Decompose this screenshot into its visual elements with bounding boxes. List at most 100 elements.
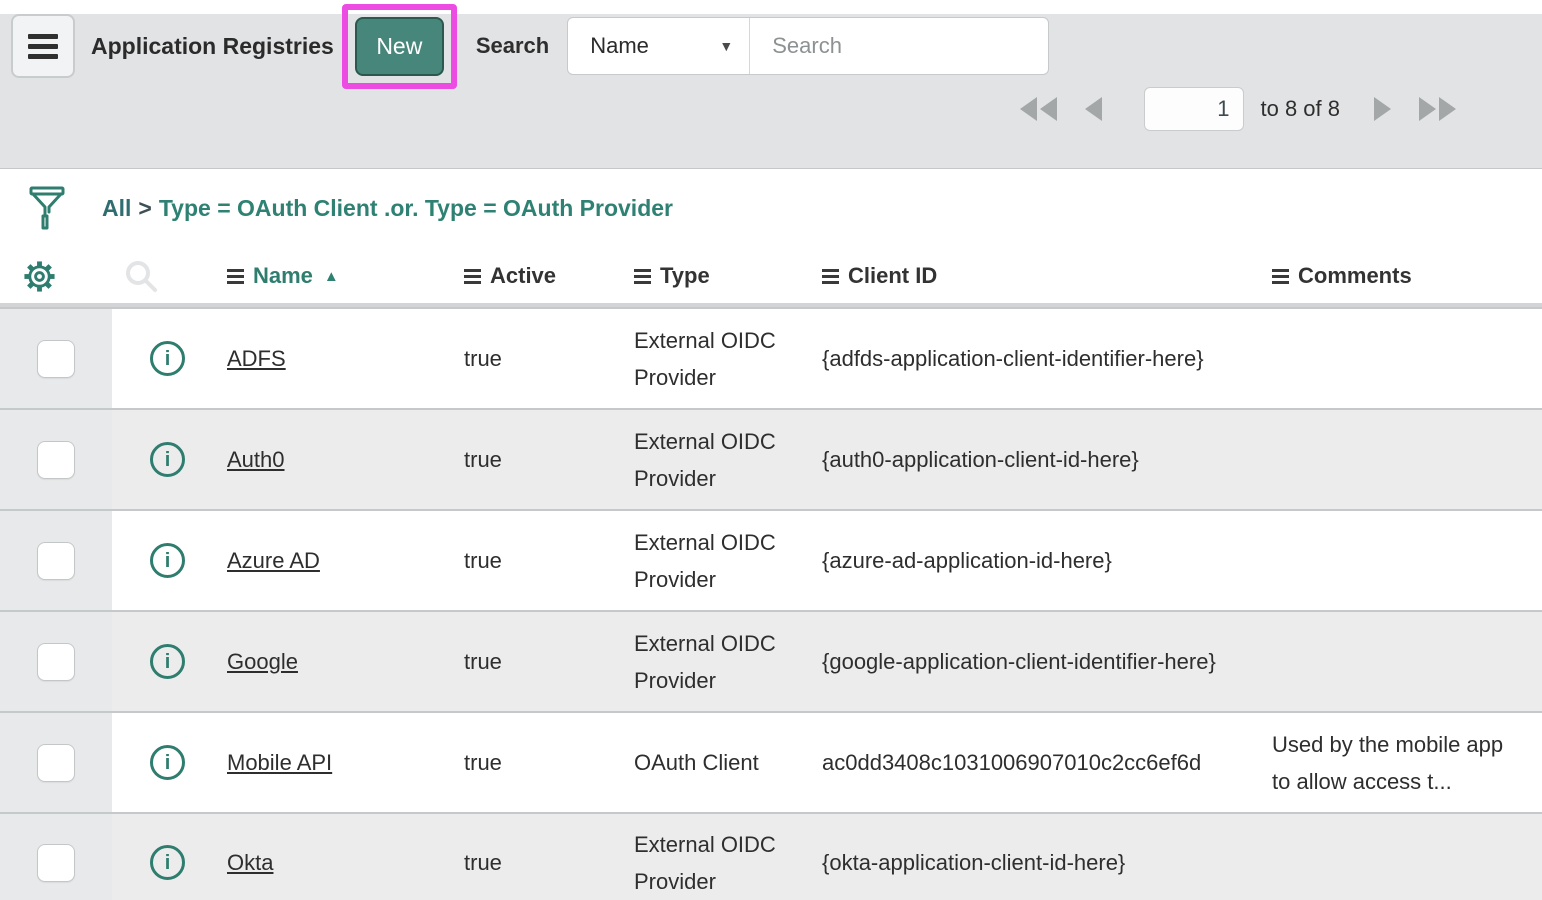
- column-header-client-id[interactable]: Client ID: [822, 263, 937, 289]
- row-checkbox[interactable]: [37, 542, 75, 580]
- list-title-bar: Application Registries New Search Name ▼: [0, 14, 1542, 78]
- row-select-cell: [0, 410, 112, 509]
- record-link[interactable]: Google: [227, 643, 298, 680]
- row-info-cell: [112, 713, 223, 812]
- breadcrumb-all-link[interactable]: All: [102, 195, 131, 222]
- breadcrumb-condition-link[interactable]: Type = OAuth Client .or. Type = OAuth Pr…: [159, 195, 673, 222]
- info-icon[interactable]: [150, 341, 185, 376]
- list-settings-cell: [0, 247, 112, 303]
- record-link[interactable]: Okta: [227, 844, 273, 881]
- column-header-comments-cell: Comments: [1268, 247, 1542, 303]
- filter-toggle-button[interactable]: [28, 185, 66, 231]
- filter-funnel-icon: [28, 185, 66, 231]
- application-registries-screen: Application Registries New Search Name ▼: [0, 0, 1542, 900]
- comments-cell: [1268, 410, 1542, 509]
- row-checkbox[interactable]: [37, 844, 75, 882]
- column-menu-icon: [1272, 269, 1289, 284]
- column-header-label: Name: [253, 263, 313, 289]
- gear-icon: [22, 259, 57, 294]
- active-cell: true: [460, 612, 630, 711]
- search-label: Search: [476, 33, 549, 59]
- row-select-cell: [0, 309, 112, 408]
- client-id-value: {auth0-application-client-id-here}: [822, 441, 1139, 478]
- type-value: OAuth Client: [634, 744, 759, 781]
- last-page-icon: [1419, 97, 1436, 121]
- name-cell: Azure AD: [223, 511, 460, 610]
- column-header-active[interactable]: Active: [464, 263, 556, 289]
- next-page-button[interactable]: [1372, 95, 1393, 123]
- last-page-button[interactable]: [1417, 95, 1458, 123]
- dropdown-arrow-icon: ▼: [719, 38, 733, 54]
- client-id-value: {adfds-application-client-identifier-her…: [822, 340, 1204, 377]
- column-search-toggle-button[interactable]: [124, 259, 158, 293]
- type-cell: External OIDC Provider: [630, 814, 818, 900]
- pagination-bar: to 8 of 8: [0, 84, 1542, 134]
- personalize-list-button[interactable]: [22, 259, 57, 294]
- client-id-value: ac0dd3408c1031006907010c2cc6ef6d: [822, 744, 1201, 781]
- table-row: Azure AD true External OIDC Provider {az…: [0, 509, 1542, 610]
- record-link[interactable]: Azure AD: [227, 542, 320, 579]
- info-icon[interactable]: [150, 745, 185, 780]
- column-header-name[interactable]: Name ▲: [227, 263, 339, 289]
- record-link[interactable]: Auth0: [227, 441, 285, 478]
- table-row: ADFS true External OIDC Provider {adfds-…: [0, 307, 1542, 408]
- row-checkbox[interactable]: [37, 340, 75, 378]
- previous-page-button[interactable]: [1083, 95, 1104, 123]
- row-checkbox[interactable]: [37, 643, 75, 681]
- column-header-type[interactable]: Type: [634, 263, 710, 289]
- active-value: true: [464, 340, 502, 377]
- comments-cell: [1268, 309, 1542, 408]
- new-button-highlight: New: [342, 4, 457, 89]
- active-value: true: [464, 744, 502, 781]
- comments-value: Used by the mobile app to allow access t…: [1272, 726, 1512, 800]
- comments-cell: [1268, 511, 1542, 610]
- row-info-cell: [112, 612, 223, 711]
- info-icon[interactable]: [150, 442, 185, 477]
- column-header-label: Client ID: [848, 263, 937, 289]
- row-info-cell: [112, 814, 223, 900]
- first-page-icon: [1020, 97, 1037, 121]
- active-cell: true: [460, 814, 630, 900]
- row-select-cell: [0, 814, 112, 900]
- name-cell: Auth0: [223, 410, 460, 509]
- first-page-icon: [1040, 97, 1057, 121]
- active-cell: true: [460, 511, 630, 610]
- active-cell: true: [460, 713, 630, 812]
- type-value: External OIDC Provider: [634, 524, 794, 598]
- search-input[interactable]: [750, 18, 1049, 74]
- previous-page-icon: [1085, 97, 1102, 121]
- active-cell: true: [460, 309, 630, 408]
- list-context-menu-button[interactable]: [11, 14, 75, 78]
- name-cell: ADFS: [223, 309, 460, 408]
- first-page-button[interactable]: [1018, 95, 1059, 123]
- client-id-cell: ac0dd3408c1031006907010c2cc6ef6d: [818, 713, 1268, 812]
- new-button[interactable]: New: [355, 17, 444, 76]
- type-value: External OIDC Provider: [634, 423, 794, 497]
- row-select-cell: [0, 612, 112, 711]
- row-checkbox[interactable]: [37, 744, 75, 782]
- info-icon[interactable]: [150, 543, 185, 578]
- client-id-value: {azure-ad-application-id-here}: [822, 542, 1112, 579]
- record-link[interactable]: ADFS: [227, 340, 286, 377]
- type-cell: External OIDC Provider: [630, 410, 818, 509]
- info-icon[interactable]: [150, 644, 185, 679]
- info-icon[interactable]: [150, 845, 185, 880]
- column-header-comments[interactable]: Comments: [1272, 263, 1412, 289]
- column-header-active-cell: Active: [460, 247, 630, 303]
- active-value: true: [464, 542, 502, 579]
- column-menu-icon: [227, 269, 244, 284]
- row-checkbox[interactable]: [37, 441, 75, 479]
- row-select-cell: [0, 511, 112, 610]
- sort-ascending-icon: ▲: [324, 268, 339, 285]
- page-number-input[interactable]: [1144, 87, 1244, 131]
- column-search-cell: [112, 247, 223, 303]
- table-row: Mobile API true OAuth Client ac0dd3408c1…: [0, 711, 1542, 812]
- search-icon: [124, 259, 158, 293]
- search-column-select[interactable]: Name ▼: [568, 18, 750, 74]
- active-value: true: [464, 441, 502, 478]
- breadcrumb-separator: >: [138, 195, 151, 222]
- search-column-value: Name: [590, 33, 649, 59]
- table-row: Okta true External OIDC Provider {okta-a…: [0, 812, 1542, 900]
- record-link[interactable]: Mobile API: [227, 744, 332, 781]
- client-id-cell: {auth0-application-client-id-here}: [818, 410, 1268, 509]
